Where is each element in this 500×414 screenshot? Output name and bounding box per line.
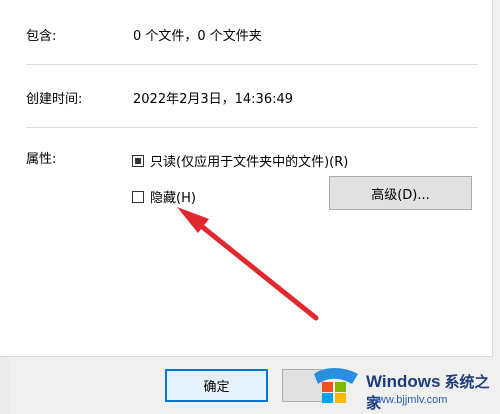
contains-value: 0 个文件，0 个文件夹	[133, 29, 262, 44]
windows-logo-icon	[314, 368, 358, 403]
properties-panel: 包含: 0 个文件，0 个文件夹 创建时间: 2022年2月3日，14:36:4…	[0, 0, 493, 357]
hidden-checkbox[interactable]	[132, 190, 144, 203]
readonly-label: 只读(仅应用于文件夹中的文件)(R)	[150, 155, 349, 170]
attributes-label: 属性:	[26, 152, 57, 167]
created-value: 2022年2月3日，14:36:49	[133, 92, 294, 107]
watermark: Windows 系统之家 www.bjjmlv.com	[300, 352, 500, 414]
divider	[26, 127, 478, 128]
readonly-checkbox-row[interactable]: 只读(仅应用于文件夹中的文件)(R)	[132, 151, 348, 170]
watermark-title: Windows 系统之家	[366, 371, 500, 413]
divider	[26, 64, 478, 65]
contains-label: 包含:	[26, 29, 57, 44]
created-label: 创建时间:	[26, 92, 83, 107]
watermark-title-en: Windows	[366, 372, 441, 391]
hidden-checkbox-row[interactable]: 隐藏(H)	[132, 187, 196, 206]
ok-button[interactable]: 确定	[165, 369, 268, 402]
hidden-label: 隐藏(H)	[150, 191, 196, 206]
readonly-checkbox[interactable]	[132, 154, 144, 167]
watermark-url: www.bjjmlv.com	[370, 394, 448, 406]
advanced-button[interactable]: 高级(D)...	[329, 176, 472, 210]
